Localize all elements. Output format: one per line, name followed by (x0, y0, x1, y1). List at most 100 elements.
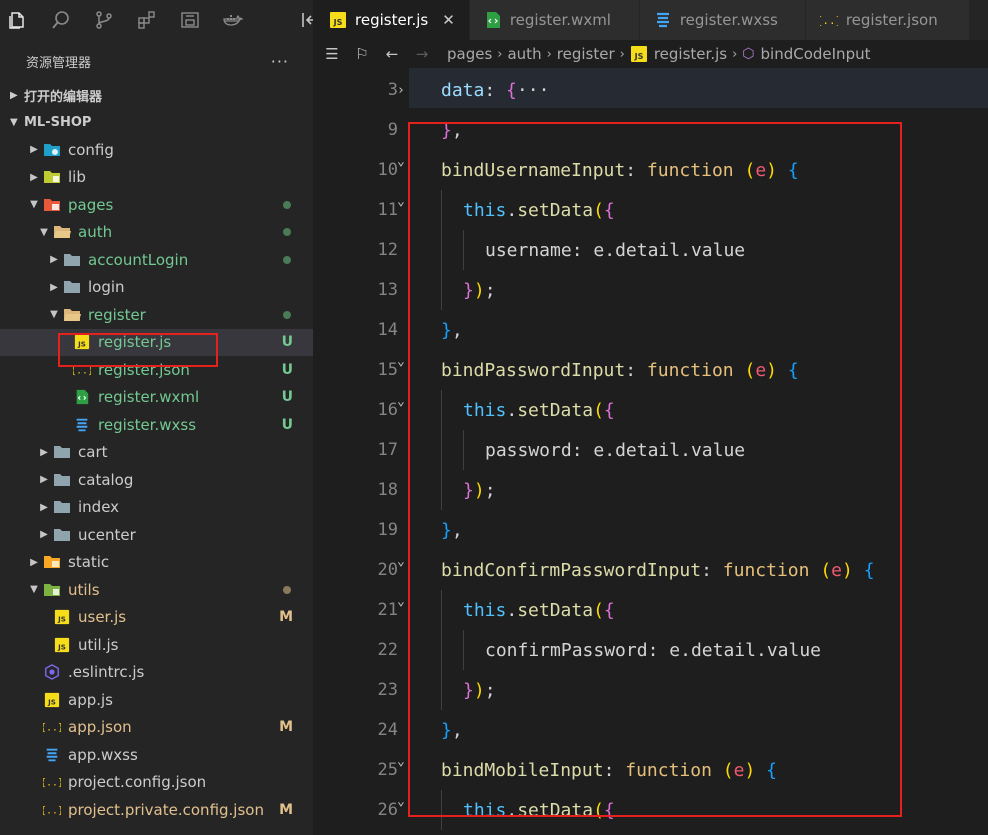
extensions-icon[interactable] (137, 8, 157, 32)
breadcrumb-item[interactable]: JS register.js (630, 45, 727, 63)
tree-item-label: ucenter (78, 525, 136, 544)
code-token: : (571, 439, 594, 461)
tree-item[interactable]: ▶ lib (0, 164, 313, 192)
breadcrumb-item[interactable]: auth (507, 45, 541, 63)
tree-item[interactable]: register.wxml U (0, 384, 313, 412)
code-token: { (603, 599, 615, 621)
fold-collapse-icon[interactable]: ⌄ (397, 354, 405, 369)
code-token: bindUsernameInput (441, 159, 626, 181)
line-number: 19 (377, 520, 398, 540)
source-control-icon[interactable] (94, 8, 114, 32)
tree-item-label: register.wxml (98, 388, 200, 407)
line-number: 25 (377, 760, 398, 780)
svg-text:JS: JS (633, 52, 643, 61)
code-token: : (603, 759, 626, 781)
remote-explorer-icon[interactable] (180, 8, 200, 32)
tree-item[interactable]: {..} project.config.json (0, 769, 313, 797)
open-editors-section[interactable]: ▶ 打开的编辑器 (0, 82, 313, 109)
tree-item[interactable]: ▶ ucenter (0, 521, 313, 549)
code-editor[interactable]: 3 › data: {··· 9}, 10 ⌄ bindUsernameInput: fun… (313, 68, 988, 835)
fold-collapse-icon[interactable]: ⌄ (397, 794, 405, 809)
tree-item[interactable]: app.wxss (0, 741, 313, 769)
tree-item[interactable]: {..} project.private.config.json M (0, 796, 313, 824)
more-actions-button[interactable]: ··· (271, 52, 289, 71)
json-file-icon: {..} (42, 773, 62, 791)
tree-item[interactable]: ▶ cart (0, 439, 313, 467)
back-arrow-icon[interactable]: ← (381, 45, 403, 63)
fold-expand-icon[interactable]: › (397, 83, 405, 98)
fold-collapse-icon[interactable]: ⌄ (397, 194, 405, 209)
code-text: username: e.detail.value (485, 240, 745, 261)
code-text: bindMobileInput: function (e) { (441, 760, 777, 781)
breadcrumb-item[interactable]: register (557, 45, 615, 63)
tree-item[interactable]: ▶ static (0, 549, 313, 577)
code-line: 10 ⌄ bindUsernameInput: function (e) { (313, 150, 988, 190)
outline-icon[interactable]: ☰ (321, 45, 343, 63)
breadcrumb-item[interactable]: ⬡ bindCodeInput (742, 45, 870, 63)
tab-register-json[interactable]: {..} register.json (805, 0, 970, 40)
tree-item[interactable]: register.wxss U (0, 411, 313, 439)
tree-item-label: register.json (98, 360, 190, 379)
chevron-right-icon: ▶ (30, 556, 38, 568)
code-token: : (647, 639, 670, 661)
tree-item[interactable]: JS register.js U (0, 328, 313, 356)
code-token: setData (517, 399, 594, 421)
project-section[interactable]: ▼ ML-SHOP (0, 109, 313, 136)
chevron-down-icon: ▼ (50, 309, 58, 321)
tab-register-wxss[interactable]: register.wxss (639, 0, 806, 40)
code-token: . (506, 599, 518, 621)
forward-arrow-icon[interactable]: → (411, 45, 433, 63)
tree-item[interactable]: ▶ catalog (0, 466, 313, 494)
code-text: }, (441, 120, 463, 141)
line-number: 3 (387, 80, 398, 100)
close-icon[interactable]: ✕ (442, 11, 455, 29)
fold-collapse-icon[interactable]: ⌄ (397, 594, 405, 609)
js-file-icon: JS (72, 333, 92, 351)
tree-item-label: lib (68, 168, 86, 187)
tree-item[interactable]: ▼ utils (0, 576, 313, 604)
code-line: 3 › data: {··· (313, 70, 988, 110)
tree-item[interactable]: {..} app.json M (0, 714, 313, 742)
git-status-badge: M (279, 801, 293, 818)
code-token: setData (517, 799, 594, 821)
tree-item[interactable]: ▶ accountLogin (0, 246, 313, 274)
docker-icon[interactable] (223, 8, 243, 32)
fold-collapse-icon[interactable]: ⌄ (397, 394, 405, 409)
breadcrumb-label: register (556, 45, 615, 63)
code-token: value (766, 639, 821, 661)
status-dot (283, 200, 291, 209)
chevron-right-icon: › (497, 46, 503, 62)
tree-item[interactable]: ▼ register (0, 301, 313, 329)
code-token: ) (744, 759, 756, 781)
tree-item[interactable]: JS util.js (0, 631, 313, 659)
tree-item[interactable]: JS app.js (0, 686, 313, 714)
search-icon[interactable] (51, 8, 71, 32)
bookmark-icon[interactable]: ⚐ (351, 45, 373, 63)
fold-collapse-icon[interactable]: ⌄ (397, 554, 405, 569)
fold-collapse-icon[interactable]: ⌄ (397, 154, 405, 169)
tree-item[interactable]: ▶ index (0, 494, 313, 522)
line-number: 17 (377, 440, 398, 460)
folder-lib-icon (42, 168, 62, 186)
folder-utils-icon (42, 581, 62, 599)
code-text: this.setData({ (463, 200, 615, 221)
explorer-icon[interactable] (8, 8, 28, 32)
tree-item[interactable]: ▶ login (0, 274, 313, 302)
breadcrumb-item[interactable]: pages (447, 45, 492, 63)
chevron-right-icon: ▶ (40, 446, 48, 458)
tree-item-label: cart (78, 443, 108, 462)
tree-item[interactable]: ▼ pages (0, 191, 313, 219)
tab-register-js[interactable]: JS register.js ✕ (313, 0, 470, 40)
indent-guide (441, 430, 442, 470)
tab-register-wxml[interactable]: register.wxml (469, 0, 640, 40)
folder-open-icon (62, 306, 82, 324)
tree-item[interactable]: {..} register.json U (0, 356, 313, 384)
tree-item[interactable]: JS user.js M (0, 604, 313, 632)
tree-item[interactable]: ▶ config (0, 136, 313, 164)
fold-collapse-icon[interactable]: ⌄ (397, 754, 405, 769)
tree-item[interactable]: ▼ auth (0, 219, 313, 247)
breadcrumb: ☰ ⚐ ← → pages › auth › register › JS register.j… (313, 40, 988, 68)
tree-item[interactable]: .eslintrc.js (0, 659, 313, 687)
